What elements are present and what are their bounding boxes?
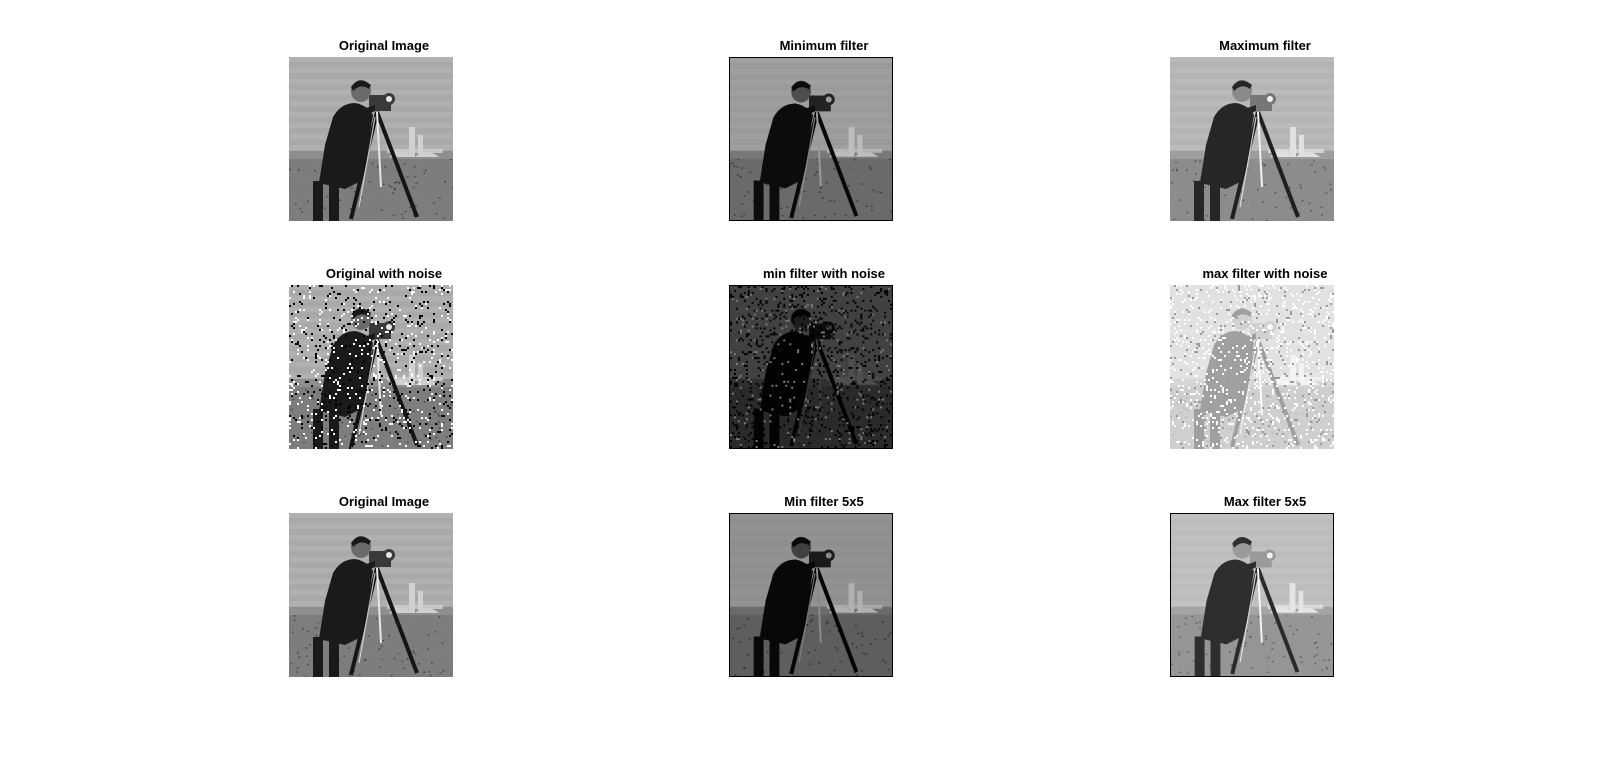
cameraman-image <box>729 57 893 221</box>
cameraman-scene <box>1170 285 1334 449</box>
cameraman-image <box>729 513 893 677</box>
cameraman-image <box>1170 57 1334 221</box>
cameraman-image <box>1170 285 1334 449</box>
cameraman-scene <box>289 513 453 677</box>
cameraman-scene <box>289 57 453 221</box>
cameraman-image <box>729 285 893 449</box>
cameraman-scene <box>730 286 892 448</box>
cameraman-scene <box>730 514 892 676</box>
cameraman-scene <box>730 58 892 220</box>
subplot-title: max filter with noise <box>1202 266 1328 281</box>
subplot-title: Maximum filter <box>1219 38 1311 53</box>
cameraman-image <box>1170 513 1334 677</box>
subplot-title: Minimum filter <box>779 38 869 53</box>
subplot-title: Original Image <box>338 38 430 53</box>
subplot-title: min filter with noise <box>762 266 886 281</box>
cameraman-scene <box>1171 514 1333 676</box>
cameraman-scene <box>1170 57 1334 221</box>
subplot-title: Max filter 5x5 <box>1223 494 1307 509</box>
cameraman-image <box>289 285 453 449</box>
subplot-title: Original Image <box>338 494 430 509</box>
subplot-title: Original with noise <box>325 266 443 281</box>
figure-window: Original Image Minimum filter Maximum fi… <box>0 0 1600 775</box>
cameraman-scene <box>289 285 453 449</box>
subplot-title: Min filter 5x5 <box>784 494 864 509</box>
cameraman-image <box>289 513 453 677</box>
cameraman-image <box>289 57 453 221</box>
